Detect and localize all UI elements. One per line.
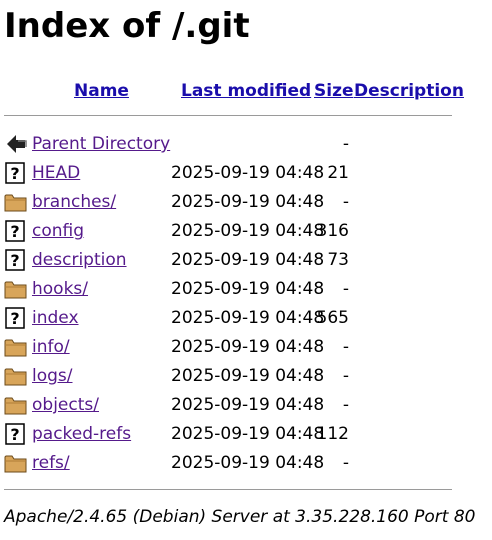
unknown-file-icon xyxy=(4,423,28,445)
sort-by-size-link[interactable]: Size xyxy=(314,79,354,103)
unknown-file-icon xyxy=(4,249,28,271)
folder-icon xyxy=(4,452,28,474)
file-size: 73 xyxy=(327,250,349,270)
file-size: 316 xyxy=(316,221,349,241)
page-title: Index of /.git xyxy=(4,6,250,46)
folder-icon xyxy=(4,394,28,416)
table-row: refs/2025-09-19 04:48- xyxy=(4,451,464,475)
file-link[interactable]: description xyxy=(32,248,127,272)
table-row: packed-refs 2025-09-19 04:48 112 xyxy=(4,422,464,446)
last-modified: 2025-09-19 04:48 xyxy=(171,453,325,473)
table-row: config 2025-09-19 04:48 316 xyxy=(4,219,464,243)
file-size: - xyxy=(342,337,349,357)
file-link[interactable]: logs/ xyxy=(32,364,73,388)
last-modified: 2025-09-19 04:48 xyxy=(171,366,325,386)
file-size: - xyxy=(342,366,349,386)
last-modified: 2025-09-19 04:48 xyxy=(171,308,325,328)
file-link[interactable]: index xyxy=(32,306,79,330)
file-link[interactable]: HEAD xyxy=(32,161,80,185)
file-size: 565 xyxy=(316,308,349,328)
file-link[interactable]: info/ xyxy=(32,335,70,359)
table-row: hooks/2025-09-19 04:48- xyxy=(4,277,464,301)
file-link[interactable]: objects/ xyxy=(32,393,99,417)
sort-by-modified-link[interactable]: Last modified xyxy=(181,79,311,103)
last-modified: 2025-09-19 04:48 xyxy=(171,395,325,415)
sort-by-name-link[interactable]: Name xyxy=(74,79,129,103)
file-size: - xyxy=(342,279,349,299)
table-header: Name Last modified Size Description xyxy=(4,79,464,103)
table-row: info/2025-09-19 04:48- xyxy=(4,335,464,359)
folder-icon xyxy=(4,336,28,358)
unknown-file-icon xyxy=(4,162,28,184)
folder-icon xyxy=(4,365,28,387)
server-signature: Apache/2.4.65 (Debian) Server at 3.35.22… xyxy=(4,507,476,527)
table-row: HEAD 2025-09-19 04:48 21 xyxy=(4,161,464,185)
table-row: index 2025-09-19 04:48 565 xyxy=(4,306,464,330)
file-link[interactable]: packed-refs xyxy=(32,422,131,446)
unknown-file-icon xyxy=(4,307,28,329)
file-size: - xyxy=(342,453,349,473)
table-row: objects/2025-09-19 04:48- xyxy=(4,393,464,417)
unknown-file-icon xyxy=(4,220,28,242)
file-size: 112 xyxy=(316,424,349,444)
folder-icon xyxy=(4,191,28,213)
file-size: - xyxy=(342,192,349,212)
last-modified: 2025-09-19 04:48 xyxy=(171,163,325,183)
table-row: description 2025-09-19 04:48 73 xyxy=(4,248,464,272)
file-size: 21 xyxy=(327,163,349,183)
file-size: - xyxy=(342,134,349,154)
file-link[interactable]: branches/ xyxy=(32,190,116,214)
table-row: branches/2025-09-19 04:48- xyxy=(4,190,464,214)
file-link[interactable]: hooks/ xyxy=(32,277,88,301)
last-modified: 2025-09-19 04:48 xyxy=(171,192,325,212)
parent-directory-link[interactable]: Parent Directory xyxy=(32,132,170,156)
last-modified: 2025-09-19 04:48 xyxy=(171,279,325,299)
sort-by-description-link[interactable]: Description xyxy=(354,79,464,103)
file-link[interactable]: refs/ xyxy=(32,451,70,475)
last-modified: 2025-09-19 04:48 xyxy=(171,337,325,357)
table-row: logs/2025-09-19 04:48- xyxy=(4,364,464,388)
bottom-divider xyxy=(4,489,452,490)
last-modified: 2025-09-19 04:48 xyxy=(171,424,325,444)
parent-directory-row: Parent Directory - xyxy=(4,132,464,156)
back-icon xyxy=(4,133,28,155)
file-link[interactable]: config xyxy=(32,219,84,243)
top-divider xyxy=(4,115,452,116)
file-size: - xyxy=(342,395,349,415)
last-modified: 2025-09-19 04:48 xyxy=(171,250,325,270)
last-modified: 2025-09-19 04:48 xyxy=(171,221,325,241)
folder-icon xyxy=(4,278,28,300)
